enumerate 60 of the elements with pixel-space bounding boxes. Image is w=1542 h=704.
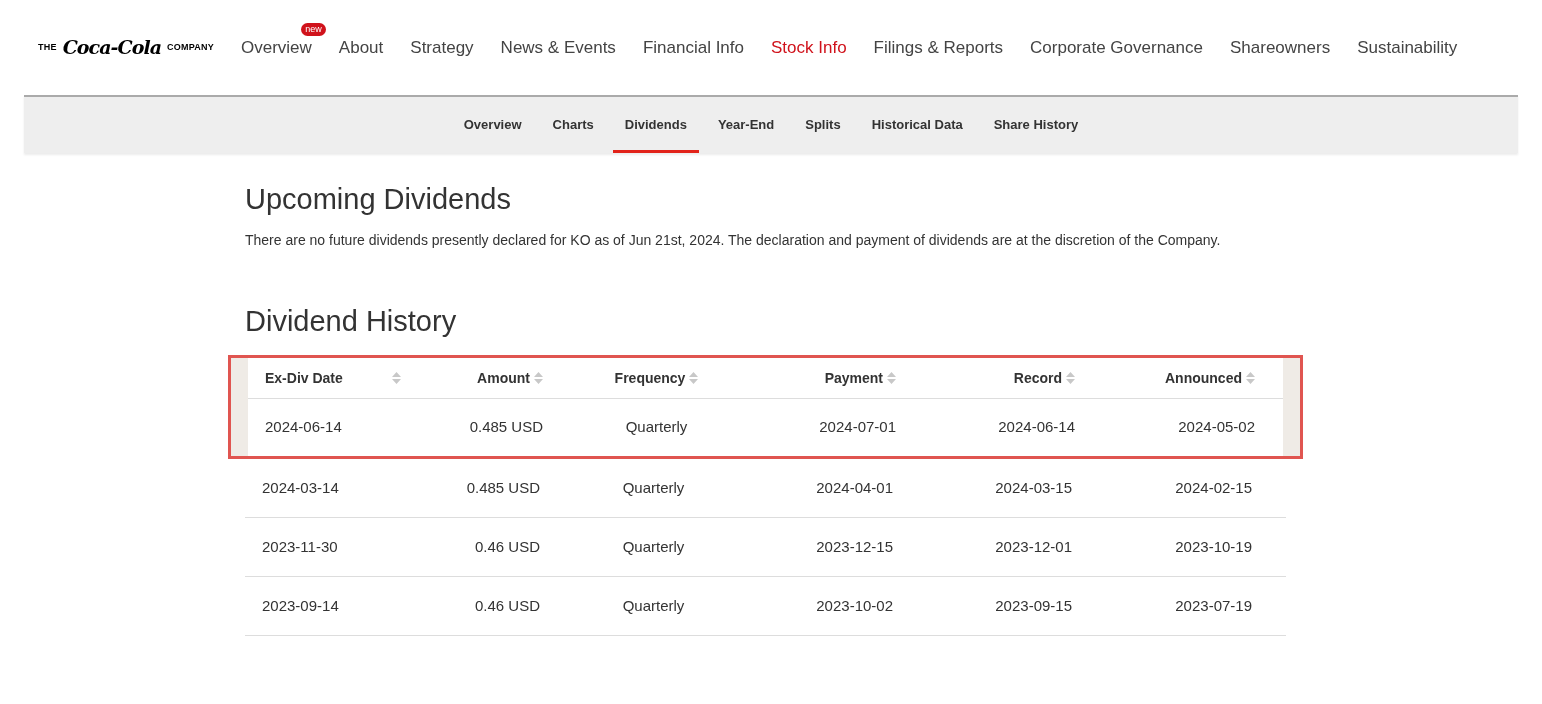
sub-nav-tab[interactable]: Splits bbox=[793, 97, 853, 153]
sub-nav-tab[interactable]: Charts bbox=[540, 97, 606, 153]
table-cell-text: 2024-04-01 bbox=[815, 477, 894, 498]
table-cell-text: 2023-09-14 bbox=[261, 595, 340, 616]
table-cell-text: 2023-07-19 bbox=[1174, 595, 1253, 616]
sort-icon[interactable] bbox=[1246, 372, 1255, 384]
sub-nav-tab[interactable]: Share History bbox=[981, 97, 1091, 153]
table-cell-text: 2023-12-15 bbox=[815, 536, 894, 557]
table-cell-text: 2023-12-01 bbox=[994, 536, 1073, 557]
sort-icon[interactable] bbox=[689, 372, 699, 384]
sort-icon[interactable] bbox=[534, 372, 543, 384]
section-heading: Dividend History bbox=[245, 303, 458, 339]
table-cell-text: 2023-11-30 bbox=[261, 536, 339, 557]
table-cell-text: 2024-03-15 bbox=[994, 477, 1073, 498]
nav-link[interactable]: Financial Info bbox=[642, 37, 744, 57]
nav-link[interactable]: Stock Info bbox=[771, 37, 847, 57]
table-cell-text: 2024-03-14 bbox=[261, 477, 340, 498]
column-header[interactable]: Amount bbox=[418, 367, 560, 389]
sub-nav-tab[interactable]: Dividends bbox=[612, 97, 699, 153]
sub-nav-tab[interactable]: Overview bbox=[451, 97, 534, 153]
table-cell-text: 2023-10-19 bbox=[1174, 536, 1253, 557]
table-cell-text: Quarterly bbox=[624, 417, 689, 438]
logo-script: Coca-Cola bbox=[62, 35, 162, 61]
sort-icon[interactable] bbox=[887, 372, 896, 384]
sub-nav-tab[interactable]: Historical Data bbox=[859, 97, 975, 153]
paragraph: There are no future dividends presently declared for KO as of Jun 21st, 2024. The declaration and payment of dividends are at the discretion of the Company. bbox=[245, 230, 1222, 250]
column-header[interactable]: Frequency bbox=[560, 367, 753, 389]
sort-icon[interactable] bbox=[392, 372, 401, 384]
section-heading: Upcoming Dividends bbox=[245, 182, 512, 217]
nav-link[interactable]: About bbox=[338, 37, 384, 57]
table-cell-text: 2023-10-02 bbox=[815, 595, 894, 616]
table-cell-text: 2024-06-14 bbox=[264, 417, 343, 438]
table-cell-text: 2024-02-15 bbox=[1174, 477, 1253, 498]
column-header[interactable]: Ex-Div Date bbox=[248, 367, 418, 389]
nav-link[interactable]: Strategy bbox=[410, 37, 474, 57]
sub-nav-tab[interactable]: Year-End bbox=[705, 97, 787, 153]
logo-text: COMPANY bbox=[167, 40, 214, 54]
sort-icon[interactable] bbox=[1066, 372, 1075, 384]
nav-link[interactable]: Corporate Governance bbox=[1030, 37, 1203, 57]
table-cell-text: Quarterly bbox=[621, 595, 686, 616]
table-cell-text: 2023-09-15 bbox=[994, 595, 1073, 616]
table-cell-text: Quarterly bbox=[621, 536, 686, 557]
nav-link[interactable]: Sustainability bbox=[1357, 37, 1458, 57]
nav-link[interactable]: Filings & Reports bbox=[873, 37, 1004, 57]
table-cell-text: Quarterly bbox=[621, 477, 686, 498]
logo-text: THE bbox=[38, 40, 57, 54]
table-cell-text: 0.46 USD bbox=[473, 536, 541, 557]
column-header[interactable]: Announced bbox=[1092, 367, 1272, 389]
nav-link[interactable]: News & Events bbox=[500, 37, 616, 57]
table-cell-text: 0.485 USD bbox=[465, 477, 541, 498]
table-cell-text: 2024-06-14 bbox=[997, 417, 1076, 438]
table-cell-text: 2024-05-02 bbox=[1177, 417, 1256, 438]
nav-link[interactable]: Overview bbox=[241, 37, 312, 57]
nav-link[interactable]: Shareowners bbox=[1230, 37, 1331, 57]
column-header[interactable]: Payment bbox=[753, 367, 913, 389]
new-badge: new bbox=[301, 22, 326, 36]
column-header[interactable]: Record bbox=[913, 367, 1092, 389]
table-cell-text: 0.485 USD bbox=[468, 417, 544, 438]
table-cell-text: 2024-07-01 bbox=[818, 417, 897, 438]
table-cell-text: 0.46 USD bbox=[473, 595, 541, 616]
